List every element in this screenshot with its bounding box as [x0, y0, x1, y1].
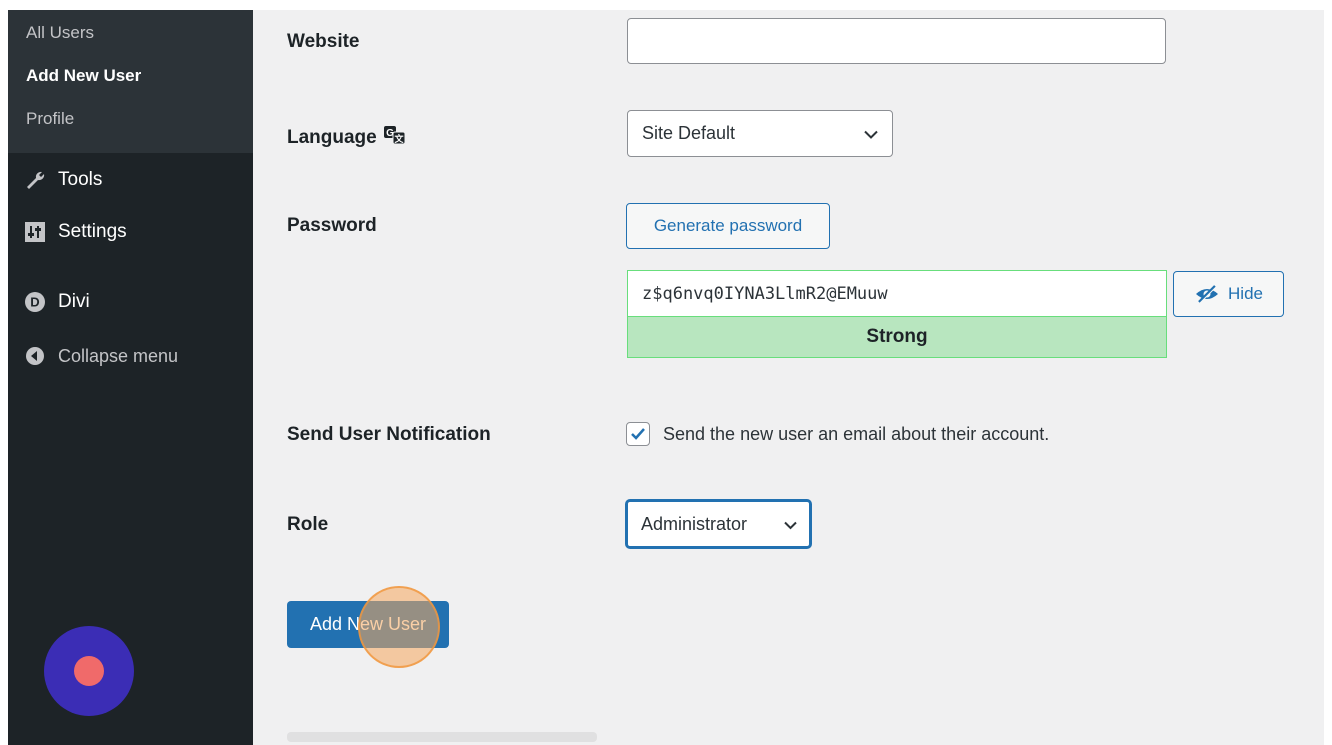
users-submenu: All Users Add New User Profile [8, 10, 253, 153]
language-label-row: Language G文 [287, 125, 406, 151]
admin-sidebar: All Users Add New User Profile Tools Set… [8, 10, 253, 745]
role-label: Role [287, 514, 329, 535]
submenu-all-users[interactable]: All Users [8, 20, 253, 63]
language-select-value: Site Default [642, 123, 736, 143]
generate-password-button[interactable]: Generate password [626, 203, 830, 249]
menu-item-settings[interactable]: Settings [8, 210, 253, 254]
hide-label: Hide [1228, 284, 1263, 303]
website-input[interactable] [627, 18, 1166, 64]
menu-label-collapse: Collapse menu [58, 345, 179, 366]
submenu-profile[interactable]: Profile [8, 106, 253, 149]
record-dot-icon [74, 656, 104, 686]
svg-text:文: 文 [394, 133, 405, 145]
password-label: Password [287, 215, 377, 236]
notification-label: Send User Notification [287, 424, 491, 445]
website-label: Website [287, 31, 360, 52]
send-notification-checkbox[interactable] [626, 422, 650, 446]
menu-item-tools[interactable]: Tools [8, 158, 253, 202]
translation-icon: G文 [384, 125, 406, 151]
hide-password-button[interactable]: Hide [1173, 271, 1284, 317]
divi-logo-icon: D [24, 291, 46, 313]
menu-label-divi: Divi [58, 291, 90, 312]
add-new-user-button[interactable]: Add New User [287, 601, 449, 648]
password-strength-indicator: Strong [627, 316, 1167, 358]
collapse-arrow-icon [24, 345, 46, 367]
chevron-down-icon [784, 514, 797, 535]
chevron-down-icon [864, 123, 878, 144]
menu-label-settings: Settings [58, 221, 127, 242]
menu-item-divi[interactable]: D Divi [8, 280, 253, 324]
submenu-add-new-user[interactable]: Add New User [8, 63, 253, 106]
settings-sliders-icon [24, 221, 46, 243]
language-select[interactable]: Site Default [627, 110, 893, 157]
language-label: Language [287, 127, 377, 149]
add-user-form: Website Language G文 Site Default Passwor… [253, 10, 1324, 745]
wrench-icon [24, 169, 46, 191]
role-select[interactable]: Administrator [626, 500, 811, 548]
svg-text:D: D [30, 295, 39, 310]
recording-indicator[interactable] [44, 626, 134, 716]
checkmark-icon [631, 428, 645, 440]
collapse-menu-button[interactable]: Collapse menu [8, 334, 253, 378]
menu-label-tools: Tools [58, 169, 103, 190]
eye-slash-icon [1194, 285, 1220, 303]
footer-text-blurred [287, 732, 597, 742]
send-notification-text[interactable]: Send the new user an email about their a… [663, 424, 1049, 445]
password-input[interactable]: z$q6nvq0IYNA3LlmR2@EMuuw [627, 270, 1167, 316]
role-select-value: Administrator [641, 513, 748, 534]
